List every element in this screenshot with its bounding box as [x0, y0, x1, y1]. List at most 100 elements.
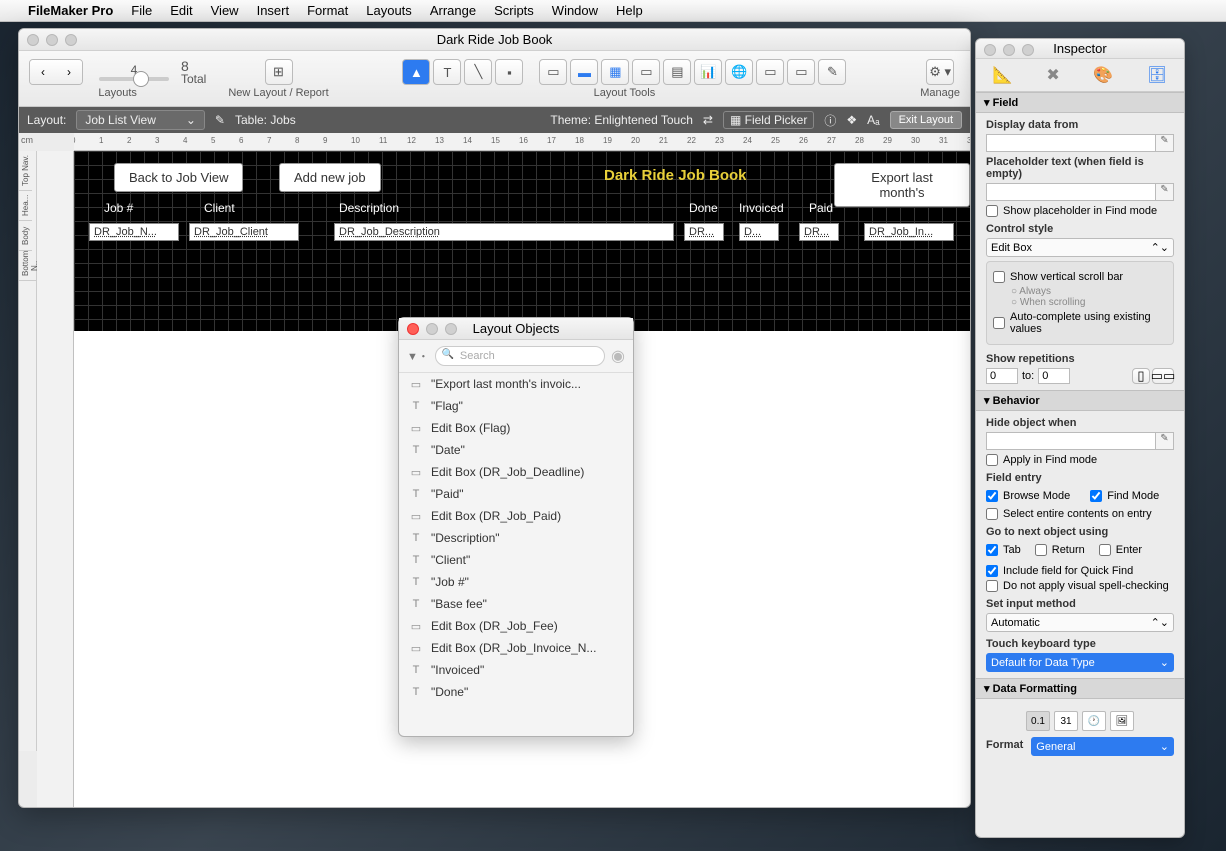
- popover-tool-icon[interactable]: ▭: [787, 59, 815, 85]
- field-client[interactable]: DR_Job_Client: [189, 223, 299, 241]
- object-item[interactable]: T"Job #": [399, 571, 633, 593]
- show-ph-find-check[interactable]: [986, 205, 998, 217]
- select-entire-check[interactable]: [986, 508, 998, 520]
- buttonbar-tool-icon[interactable]: ▦: [601, 59, 629, 85]
- objpanel-titlebar[interactable]: Layout Objects: [399, 318, 633, 340]
- field-paid[interactable]: DR...: [799, 223, 839, 241]
- display-data-input[interactable]: [987, 135, 1155, 151]
- enter-check[interactable]: [1099, 544, 1111, 556]
- layout-nav[interactable]: ‹›: [29, 59, 83, 85]
- return-check[interactable]: [1035, 544, 1047, 556]
- slide-tool-icon[interactable]: ▭: [756, 59, 784, 85]
- add-job-button[interactable]: Add new job: [279, 163, 381, 192]
- menu-arrange[interactable]: Arrange: [430, 3, 476, 18]
- chart-tool-icon[interactable]: 📊: [694, 59, 722, 85]
- pencil-icon[interactable]: ✎: [215, 113, 225, 127]
- object-item[interactable]: T"Paid": [399, 483, 633, 505]
- app-name[interactable]: FileMaker Pro: [28, 3, 113, 18]
- fmt-time-icon[interactable]: 🕐: [1082, 711, 1106, 731]
- section-datafmt[interactable]: ▾ Data Formatting: [976, 678, 1184, 699]
- menu-view[interactable]: View: [211, 3, 239, 18]
- menu-help[interactable]: Help: [616, 3, 643, 18]
- object-item[interactable]: T"Invoiced": [399, 659, 633, 681]
- line-tool-icon[interactable]: ╲: [464, 59, 492, 85]
- spellcheck-check[interactable]: [986, 580, 998, 592]
- hide-input[interactable]: [987, 433, 1155, 449]
- browse-mode-check[interactable]: [986, 490, 998, 502]
- tab-position-icon[interactable]: 📐: [993, 65, 1013, 85]
- theme-label[interactable]: Theme: Enlightened Touch: [550, 113, 693, 127]
- pointer-tool-icon[interactable]: ▲: [402, 59, 430, 85]
- object-item[interactable]: T"Client": [399, 549, 633, 571]
- menu-window[interactable]: Window: [552, 3, 598, 18]
- pencil-icon[interactable]: ✎: [1155, 135, 1173, 151]
- field-picker-button[interactable]: ▦ Field Picker: [723, 111, 814, 129]
- find-mode-check[interactable]: [1090, 490, 1102, 502]
- theme-swap-icon[interactable]: ⇄: [703, 113, 713, 127]
- exit-layout-button[interactable]: Exit Layout: [890, 111, 962, 129]
- objects-search[interactable]: Search: [435, 346, 605, 366]
- manage-button[interactable]: ⚙ ▾: [926, 59, 954, 85]
- object-item[interactable]: T"Done": [399, 681, 633, 703]
- traffic-lights[interactable]: [27, 34, 77, 46]
- object-item[interactable]: T"Base fee": [399, 593, 633, 615]
- control-style-select[interactable]: Edit Box⌃⌄: [986, 238, 1174, 257]
- object-item[interactable]: T"Description": [399, 527, 633, 549]
- layout-selector[interactable]: Job List View⌄: [76, 110, 205, 130]
- object-item[interactable]: ▭Edit Box (DR_Job_Fee): [399, 615, 633, 637]
- export-button[interactable]: Export last month's: [834, 163, 970, 207]
- field-invno[interactable]: DR_Job_In...: [864, 223, 954, 241]
- placeholder-input[interactable]: [987, 184, 1155, 200]
- fmt-number-icon[interactable]: 0.1: [1026, 711, 1050, 731]
- field-tool-icon[interactable]: ▭: [539, 59, 567, 85]
- object-item[interactable]: T"Flag": [399, 395, 633, 417]
- back-button[interactable]: Back to Job View: [114, 163, 243, 192]
- filter-icon[interactable]: ▼・: [407, 348, 429, 364]
- fmt-graphic-icon[interactable]: 🖼: [1110, 711, 1134, 731]
- field-desc[interactable]: DR_Job_Description: [334, 223, 674, 241]
- menu-insert[interactable]: Insert: [257, 3, 290, 18]
- touch-kb-select[interactable]: Default for Data Type⌄: [986, 653, 1174, 672]
- menu-layouts[interactable]: Layouts: [366, 3, 412, 18]
- section-field[interactable]: ▾ Field: [976, 92, 1184, 113]
- rep-v-icon[interactable]: ▯: [1132, 368, 1150, 384]
- menu-edit[interactable]: Edit: [170, 3, 192, 18]
- webview-tool-icon[interactable]: 🌐: [725, 59, 753, 85]
- tab-styles-icon[interactable]: ✖: [1046, 65, 1059, 85]
- visibility-icon[interactable]: ◉: [611, 346, 625, 366]
- aa-format-icon[interactable]: Aₐ: [867, 113, 879, 127]
- tab-tool-icon[interactable]: ▭: [632, 59, 660, 85]
- pencil-icon[interactable]: ✎: [1155, 184, 1173, 200]
- object-item[interactable]: ▭Edit Box (DR_Job_Paid): [399, 505, 633, 527]
- fmt-date-icon[interactable]: 31: [1054, 711, 1078, 731]
- nav-next-button[interactable]: ›: [56, 60, 82, 84]
- inspector-titlebar[interactable]: Inspector: [976, 39, 1184, 59]
- button-tool-icon[interactable]: ▬: [570, 59, 598, 85]
- section-behavior[interactable]: ▾ Behavior: [976, 390, 1184, 411]
- record-slider[interactable]: [99, 77, 169, 81]
- menu-file[interactable]: File: [131, 3, 152, 18]
- rect-tool-icon[interactable]: ▪: [495, 59, 523, 85]
- whenscroll-radio[interactable]: ○ When scrolling: [1011, 297, 1167, 308]
- menu-format[interactable]: Format: [307, 3, 348, 18]
- layout-canvas[interactable]: Back to Job View Add new job Dark Ride J…: [74, 151, 970, 331]
- quickfind-check[interactable]: [986, 565, 998, 577]
- rep-from-input[interactable]: [986, 368, 1018, 384]
- input-method-select[interactable]: Automatic⌃⌄: [986, 613, 1174, 632]
- menu-scripts[interactable]: Scripts: [494, 3, 534, 18]
- rep-h-icon[interactable]: ▭▭: [1152, 368, 1174, 384]
- nav-prev-button[interactable]: ‹: [30, 60, 56, 84]
- tab-appearance-icon[interactable]: 🎨: [1093, 65, 1113, 85]
- field-inv[interactable]: D...: [739, 223, 779, 241]
- format-painter-icon[interactable]: ✎: [818, 59, 846, 85]
- window-titlebar[interactable]: Dark Ride Job Book: [19, 29, 970, 51]
- object-item[interactable]: ▭Edit Box (Flag): [399, 417, 633, 439]
- new-layout-button[interactable]: ⊞: [265, 59, 293, 85]
- field-jobnum[interactable]: DR_Job_N...: [89, 223, 179, 241]
- autocomplete-check[interactable]: [993, 317, 1005, 329]
- object-item[interactable]: T"Date": [399, 439, 633, 461]
- tab-data-icon[interactable]: 🗄: [1147, 65, 1167, 85]
- object-item[interactable]: ▭"Export last month's invoic...: [399, 373, 633, 395]
- scrollbar-check[interactable]: [993, 271, 1005, 283]
- pencil-icon[interactable]: ✎: [1155, 433, 1173, 449]
